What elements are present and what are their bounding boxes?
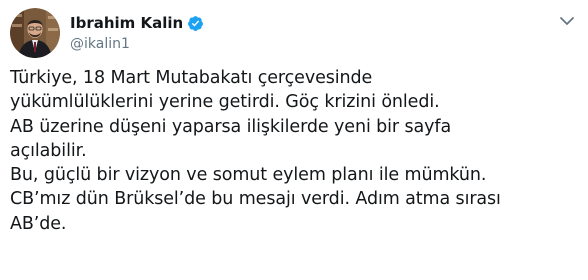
tweet-text-line: AB’de. <box>10 213 67 234</box>
chevron-down-icon <box>560 17 574 25</box>
tweet-text-line: açılabilir. <box>10 140 87 161</box>
tweet-menu-button[interactable] <box>556 10 578 32</box>
tweet-text-line: CB’mız dün Brüksel’de bu mesajı verdi. A… <box>10 189 501 210</box>
tweet-text-line: Türkiye, 18 Mart Mutabakatı çerçevesinde <box>10 68 373 88</box>
profile-photo-icon <box>10 8 60 58</box>
name-row: Ibrahim Kalin <box>70 13 370 33</box>
verified-badge-icon <box>187 15 204 32</box>
author-display-name[interactable]: Ibrahim Kalin <box>70 14 183 32</box>
author-names: Ibrahim Kalin @ikalin1 <box>70 13 370 54</box>
tweet-card: Ibrahim Kalin @ikalin1 Türkiye, 18 Mart … <box>0 0 588 280</box>
tweet-text-line: yükümlülüklerini yerine getirdi. Göç kri… <box>10 92 440 113</box>
avatar[interactable] <box>10 8 60 58</box>
tweet-header: Ibrahim Kalin @ikalin1 <box>10 8 578 58</box>
tweet-text-line: AB üzerine düşeni yaparsa ilişkilerde ye… <box>10 116 452 137</box>
tweet-text-line: Bu, güçlü bir vizyon ve somut eylem plan… <box>10 165 487 186</box>
author-handle[interactable]: @ikalin1 <box>70 34 370 54</box>
tweet-text: Türkiye, 18 Mart Mutabakatı çerçevesinde… <box>10 66 582 236</box>
